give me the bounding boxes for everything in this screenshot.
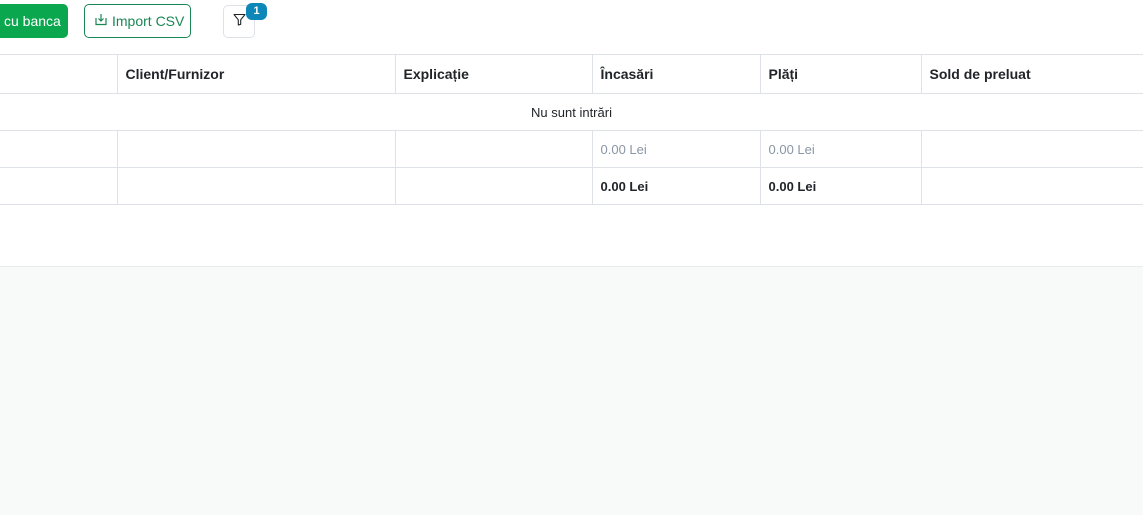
- total-row: 0.00 Lei 0.00 Lei: [0, 167, 1143, 205]
- table-cell: [117, 167, 396, 205]
- column-header-explicatie[interactable]: Explicație: [395, 54, 593, 94]
- filter-count-badge: 1: [246, 3, 267, 20]
- content-panel: cu banca Import CSV 1 Client/Furnizor Ex…: [0, 0, 1143, 267]
- table-cell: [117, 130, 396, 168]
- toolbar: cu banca Import CSV 1: [0, 0, 1143, 54]
- column-header-incasari[interactable]: Încasări: [592, 54, 761, 94]
- table-cell: [395, 167, 593, 205]
- subtotal-incasari: 0.00 Lei: [592, 130, 761, 168]
- download-icon: [95, 5, 107, 37]
- import-csv-label: Import CSV: [112, 13, 185, 29]
- empty-message: Nu sunt intrări: [0, 93, 1143, 131]
- column-header-plati[interactable]: Plăți: [760, 54, 922, 94]
- table-cell: [0, 167, 118, 205]
- subtotal-plati: 0.00 Lei: [760, 130, 922, 168]
- table-cell: [0, 130, 118, 168]
- filter-icon: [232, 13, 246, 31]
- total-incasari: 0.00 Lei: [592, 167, 761, 205]
- table-cell: [921, 130, 1143, 168]
- table-cell: [921, 167, 1143, 205]
- column-header-sold[interactable]: Sold de preluat: [921, 54, 1143, 94]
- empty-row: Nu sunt intrări: [0, 93, 1143, 131]
- subtotal-row: 0.00 Lei 0.00 Lei: [0, 130, 1143, 168]
- total-plati: 0.00 Lei: [760, 167, 922, 205]
- transactions-table: Client/Furnizor Explicație Încasări Plăț…: [0, 54, 1143, 205]
- bank-button[interactable]: cu banca: [0, 4, 68, 38]
- column-header-blank: [0, 54, 118, 94]
- table-header-row: Client/Furnizor Explicație Încasări Plăț…: [0, 54, 1143, 94]
- import-csv-button[interactable]: Import CSV: [84, 4, 191, 38]
- column-header-client[interactable]: Client/Furnizor: [117, 54, 396, 94]
- table-cell: [395, 130, 593, 168]
